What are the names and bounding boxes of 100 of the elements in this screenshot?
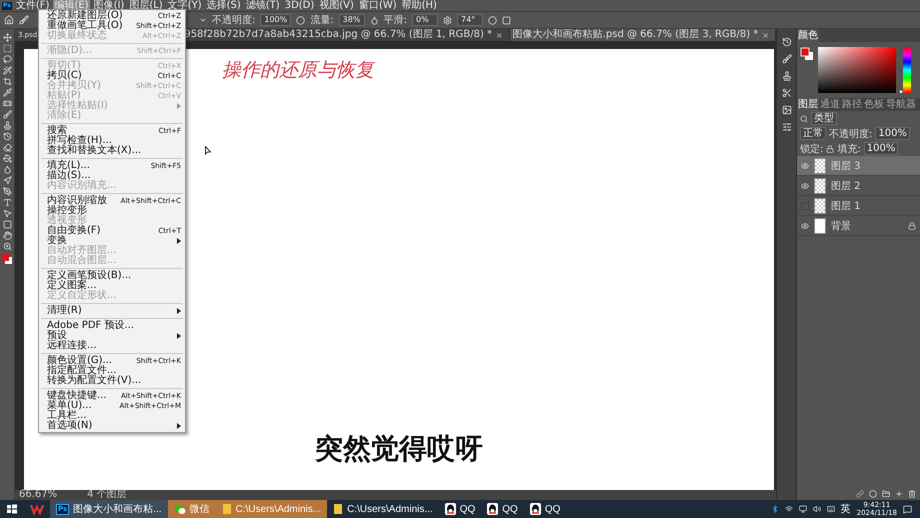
smoothing-field[interactable]: 0% bbox=[412, 14, 438, 26]
filter-dropdown[interactable]: 类型 bbox=[811, 112, 837, 125]
document-tab[interactable]: 图像大小和画布粘贴.psd @ 66.7% (图层 3, RGB/8) * × bbox=[510, 29, 776, 41]
penguin-icon[interactable] bbox=[530, 503, 541, 515]
menu-item[interactable]: 指定配置文件... bbox=[39, 366, 185, 376]
history-icon[interactable] bbox=[2, 132, 12, 141]
layer-row[interactable]: 图层 1 bbox=[797, 196, 920, 216]
search-icon[interactable] bbox=[800, 114, 808, 122]
brush-icon[interactable] bbox=[2, 110, 12, 119]
rectangle-icon[interactable] bbox=[2, 220, 12, 229]
flow-field[interactable]: 38% bbox=[338, 14, 365, 26]
folder-icon[interactable] bbox=[882, 490, 890, 498]
home-icon[interactable] bbox=[4, 15, 14, 25]
taskbar-item[interactable]: C:\Users\Adminis... bbox=[216, 500, 328, 518]
wps-logo-icon[interactable] bbox=[30, 503, 44, 515]
menu-item[interactable]: 操控变形 bbox=[39, 206, 185, 216]
menu-item[interactable]: 图层(L) bbox=[128, 0, 164, 11]
angle-field[interactable]: 74° bbox=[457, 14, 483, 26]
menu-item[interactable]: 拼写检查(H)... bbox=[39, 136, 185, 146]
blend-mode-dropdown[interactable]: 正常 bbox=[800, 127, 826, 140]
eyedropper-icon[interactable] bbox=[2, 88, 12, 97]
menu-item[interactable]: 视图(V) bbox=[318, 0, 355, 11]
taskbar-item[interactable]: C:\Users\Adminis... bbox=[327, 500, 439, 518]
fill-field[interactable]: 100% bbox=[864, 142, 898, 155]
menu-item[interactable]: 远程连接... bbox=[39, 341, 185, 351]
arrow-icon[interactable] bbox=[2, 176, 12, 185]
bucket-icon[interactable] bbox=[2, 154, 12, 163]
scissors-icon[interactable] bbox=[782, 88, 792, 98]
stamp-icon[interactable] bbox=[2, 121, 12, 130]
zoom-icon[interactable] bbox=[2, 242, 12, 251]
panel-tab[interactable]: 导航器 bbox=[885, 98, 917, 111]
notifications-icon[interactable] bbox=[903, 504, 912, 514]
lock-icon[interactable] bbox=[826, 144, 834, 152]
history-icon[interactable] bbox=[782, 37, 792, 47]
layer-row[interactable]: 图层 2 bbox=[797, 176, 920, 196]
taskbar-item[interactable]: QQ bbox=[438, 500, 482, 518]
layer-row[interactable]: 背景 bbox=[797, 216, 920, 236]
lasso-icon[interactable] bbox=[2, 55, 12, 64]
menu-item[interactable]: 预设 bbox=[39, 331, 185, 341]
panel-tab[interactable]: 路径 bbox=[841, 98, 863, 111]
type-icon[interactable] bbox=[2, 198, 12, 207]
menu-item[interactable]: 滤镜(T) bbox=[244, 0, 281, 11]
marquee-icon[interactable] bbox=[2, 44, 12, 53]
layer-row[interactable]: 图层 3 bbox=[797, 156, 920, 176]
panel-tab[interactable]: 颜色 bbox=[797, 29, 819, 42]
menu-item[interactable]: 图像(I) bbox=[92, 0, 126, 11]
menu-item[interactable]: Adobe PDF 预设... bbox=[39, 321, 185, 331]
drop-icon[interactable] bbox=[2, 165, 12, 174]
penguin-icon[interactable] bbox=[444, 503, 456, 515]
menu-item[interactable]: 帮助(H) bbox=[400, 0, 438, 11]
panel-tab[interactable]: 通道 bbox=[819, 98, 841, 111]
taskbar-item[interactable]: QQ bbox=[481, 500, 524, 518]
taskbar-item[interactable]: 微信 bbox=[168, 500, 216, 518]
panel-tab[interactable]: 色板 bbox=[863, 98, 885, 111]
hue-slider[interactable] bbox=[900, 47, 911, 93]
menu-item[interactable]: 描边(S)... bbox=[39, 171, 185, 181]
menu-item[interactable]: 选择(S) bbox=[206, 0, 242, 11]
trash-icon[interactable] bbox=[908, 490, 916, 498]
menu-item[interactable]: 查找和替换文本(X)... bbox=[39, 146, 185, 156]
menu-item[interactable]: 定义图案... bbox=[39, 281, 185, 291]
bandage-icon[interactable] bbox=[2, 99, 12, 108]
brush-settings-icon[interactable] bbox=[782, 54, 792, 64]
input-method[interactable]: 英 bbox=[840, 502, 851, 516]
eye-icon[interactable] bbox=[801, 222, 809, 230]
bluetooth-icon[interactable] bbox=[770, 505, 779, 513]
crop-icon[interactable] bbox=[2, 77, 12, 86]
opacity-field[interactable]: 100% bbox=[875, 127, 910, 140]
image-icon[interactable] bbox=[782, 105, 792, 115]
move-icon[interactable] bbox=[2, 33, 12, 42]
panel-tab[interactable]: 图层 bbox=[797, 98, 819, 111]
dropdown-caret-icon[interactable] bbox=[199, 16, 207, 24]
volume-icon[interactable] bbox=[812, 505, 821, 513]
penguin-icon[interactable] bbox=[487, 503, 498, 515]
keyboard-icon[interactable] bbox=[826, 505, 835, 513]
wand-icon[interactable] bbox=[2, 66, 12, 75]
network-icon[interactable] bbox=[784, 505, 793, 513]
clone-source-icon[interactable] bbox=[782, 71, 792, 81]
menu-item[interactable]: 定义画笔预设(B)... bbox=[39, 271, 185, 281]
taskbar-item[interactable]: QQ bbox=[524, 500, 566, 518]
menu-item[interactable]: 工具栏... bbox=[39, 411, 185, 421]
adjustments-icon[interactable] bbox=[782, 122, 792, 132]
airbrush-icon[interactable] bbox=[370, 16, 379, 24]
eye-icon[interactable] bbox=[801, 162, 809, 170]
eye-icon[interactable] bbox=[801, 182, 809, 190]
menu-item[interactable]: 变换 bbox=[39, 236, 185, 246]
brush-icon[interactable] bbox=[19, 15, 29, 25]
menu-item[interactable]: 清理(R) bbox=[39, 306, 185, 316]
eraser-icon[interactable] bbox=[2, 143, 12, 152]
hand-icon[interactable] bbox=[2, 231, 12, 240]
monitor-icon[interactable] bbox=[798, 505, 807, 513]
pointer-icon[interactable] bbox=[2, 209, 12, 218]
new-layer-icon[interactable] bbox=[895, 490, 903, 498]
opacity-field[interactable]: 100% bbox=[260, 14, 292, 26]
color-picker[interactable] bbox=[818, 47, 896, 93]
chat-bubbles-icon[interactable] bbox=[174, 504, 186, 514]
pen-icon[interactable] bbox=[2, 187, 12, 196]
settings-icon[interactable] bbox=[443, 16, 452, 24]
color-swatches-icon[interactable] bbox=[1, 253, 13, 265]
menu-item[interactable]: 3D(D) bbox=[284, 0, 316, 11]
link-icon[interactable] bbox=[856, 490, 864, 498]
